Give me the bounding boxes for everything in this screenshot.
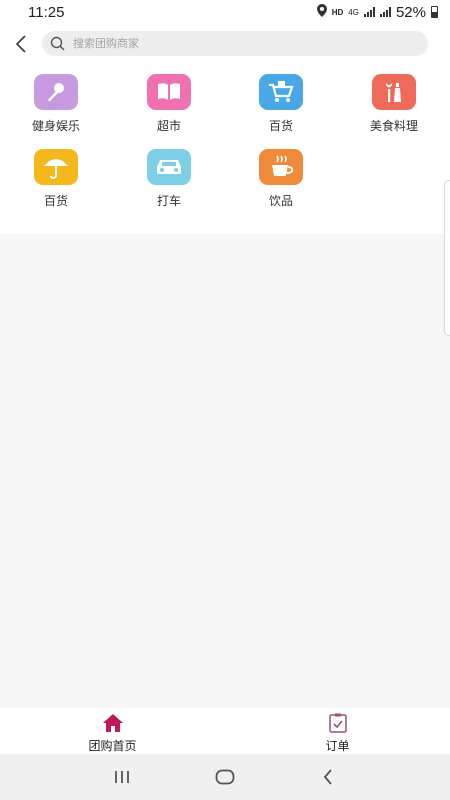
search-icon bbox=[50, 36, 65, 51]
category-drinks[interactable]: 饮品 bbox=[236, 149, 326, 209]
tab-group-buy-home[interactable]: 团购首页 bbox=[0, 708, 225, 754]
category-taxi[interactable]: 打车 bbox=[124, 149, 214, 209]
category-label: 百货 bbox=[268, 119, 293, 133]
network-type: 4G bbox=[348, 7, 359, 17]
coffee-cup-icon bbox=[259, 149, 303, 185]
bottom-tab-bar: 团购首页 订单 bbox=[0, 708, 450, 754]
category-supermarket[interactable]: 超市 bbox=[124, 74, 214, 134]
recents-button[interactable] bbox=[102, 762, 142, 792]
back-nav-button[interactable] bbox=[308, 762, 348, 792]
system-nav-bar bbox=[0, 754, 450, 800]
search-bar[interactable] bbox=[42, 31, 428, 56]
recents-icon bbox=[114, 771, 129, 783]
tab-orders[interactable]: 订单 bbox=[225, 708, 450, 754]
hd-indicator: HD bbox=[331, 7, 344, 17]
battery-percent: 52% bbox=[395, 3, 426, 21]
home-icon bbox=[102, 714, 123, 732]
status-bar: 11:25 HD 4G 52% bbox=[0, 0, 450, 24]
tab-label: 订单 bbox=[325, 739, 350, 753]
category-label: 超市 bbox=[156, 119, 181, 133]
shopping-cart-icon bbox=[259, 74, 303, 110]
car-icon bbox=[147, 149, 191, 185]
location-icon bbox=[316, 4, 327, 20]
content-area bbox=[0, 234, 450, 708]
battery-icon bbox=[431, 6, 438, 18]
header bbox=[0, 24, 450, 64]
category-department-store-2[interactable]: 百货 bbox=[11, 149, 101, 209]
edge-panel-handle[interactable] bbox=[444, 180, 450, 336]
signal-icon bbox=[363, 7, 375, 17]
umbrella-icon bbox=[34, 149, 78, 185]
tab-label: 团购首页 bbox=[88, 739, 137, 753]
category-fitness-entertainment[interactable]: 健身娱乐 bbox=[11, 74, 101, 134]
chevron-left-icon bbox=[15, 35, 26, 53]
category-grid: 健身娱乐 超市 百货 美食料理 百货 打车 饮品 bbox=[0, 64, 450, 234]
status-time: 11:25 bbox=[28, 3, 65, 21]
status-icons: HD 4G 52% bbox=[316, 3, 438, 21]
category-food-cuisine[interactable]: 美食料理 bbox=[349, 74, 439, 134]
microphone-icon bbox=[34, 74, 78, 110]
back-button[interactable] bbox=[0, 24, 42, 64]
category-department-store[interactable]: 百货 bbox=[236, 74, 326, 134]
clipboard-check-icon bbox=[328, 713, 347, 733]
back-chevron-icon bbox=[324, 769, 332, 785]
category-label: 饮品 bbox=[268, 194, 293, 208]
category-label: 百货 bbox=[43, 194, 68, 208]
home-button[interactable] bbox=[205, 762, 245, 792]
signal-icon-2 bbox=[379, 7, 391, 17]
category-label: 打车 bbox=[156, 194, 181, 208]
home-circle-icon bbox=[215, 769, 235, 785]
category-label: 健身娱乐 bbox=[31, 119, 80, 133]
category-label: 美食料理 bbox=[369, 119, 418, 133]
food-bottle-icon bbox=[372, 74, 416, 110]
book-icon bbox=[147, 74, 191, 110]
search-input[interactable] bbox=[73, 37, 393, 50]
